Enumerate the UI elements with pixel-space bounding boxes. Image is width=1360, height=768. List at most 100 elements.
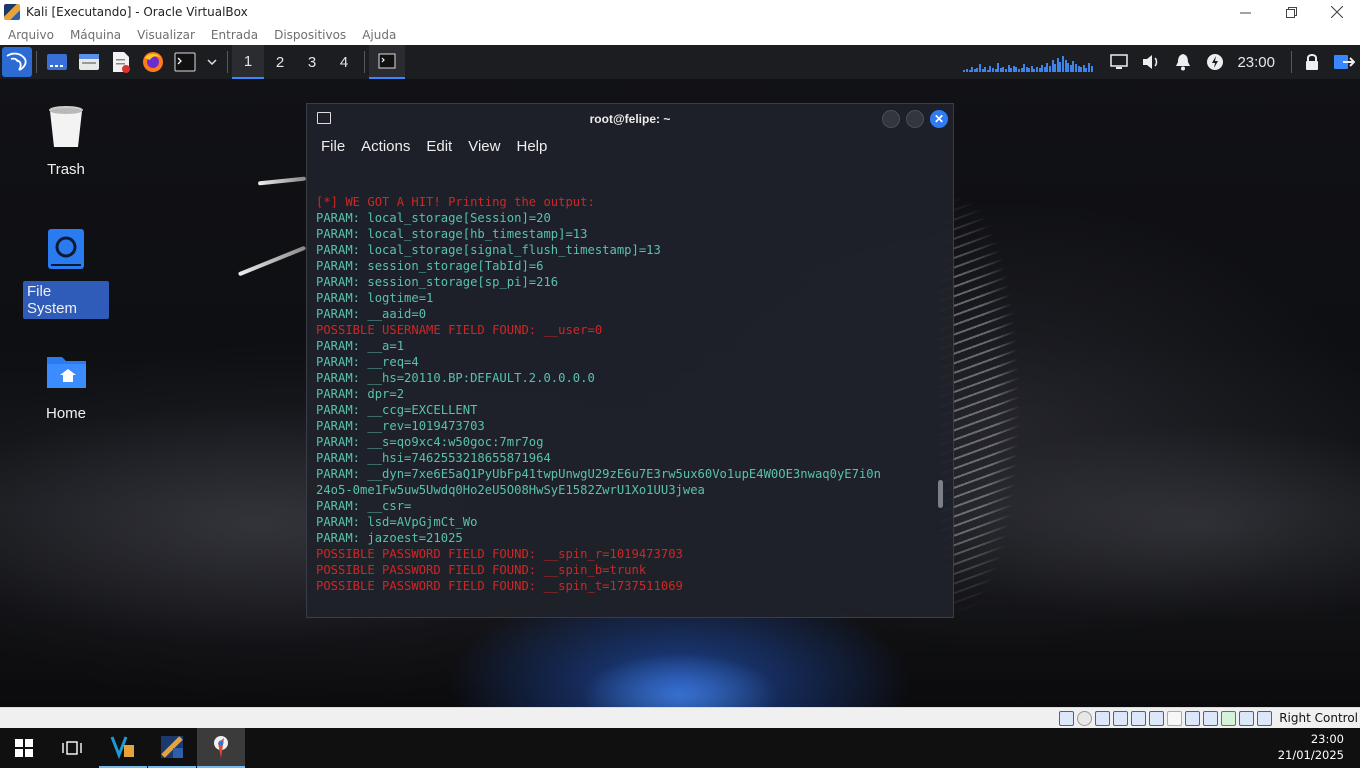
terminal-maximize-button[interactable] — [906, 110, 924, 128]
terminal-line: PARAM: jazoest=21025 — [316, 531, 463, 545]
windows-taskbar: 23:00 21/01/2025 — [0, 728, 1360, 768]
terminal-menu-actions[interactable]: Actions — [361, 138, 410, 155]
windows-clock-date: 21/01/2025 — [1277, 748, 1344, 762]
close-icon: ✕ — [933, 112, 945, 126]
bell-icon — [1176, 54, 1191, 71]
vbox-titlebar: Kali [Executando] - Oracle VirtualBox — [0, 0, 1360, 24]
terminal-icon — [378, 53, 396, 69]
terminal-window[interactable]: root@felipe: ~ ✕ File Actions Edit View … — [306, 103, 954, 618]
terminal-menu-view[interactable]: View — [468, 138, 500, 155]
power-icon — [1207, 54, 1224, 70]
virtualbox-app-icon — [4, 4, 20, 20]
task-view-button[interactable] — [48, 728, 96, 768]
guest-desktop: 1 2 3 4 23:00 Trash File System Home roo… — [0, 45, 1360, 707]
home-folder-icon — [47, 357, 86, 388]
menu-ajuda[interactable]: Ajuda — [362, 28, 396, 42]
taskbar-terminal-window[interactable] — [369, 45, 405, 79]
network-status-icon[interactable] — [1113, 710, 1129, 726]
volume-button[interactable] — [1135, 45, 1167, 79]
usb-status-icon[interactable] — [1131, 710, 1147, 726]
optical-drive-status-icon[interactable] — [1077, 710, 1093, 726]
desktop-icon-trash[interactable]: Trash — [23, 105, 109, 180]
mouse-integration-status-icon[interactable] — [1239, 710, 1255, 726]
display-settings-button[interactable] — [1103, 45, 1135, 79]
close-window-button[interactable] — [1314, 0, 1360, 24]
start-button[interactable] — [0, 728, 48, 768]
cpu-graph-bar — [1090, 66, 1093, 72]
terminal-output[interactable]: [*] WE GOT A HIT! Printing the output: PA… — [316, 194, 940, 594]
terminal-menu-help[interactable]: Help — [516, 138, 547, 155]
launcher-dropdown[interactable] — [201, 45, 223, 79]
shared-folders-status-icon[interactable] — [1149, 710, 1165, 726]
notifications-button[interactable] — [1167, 45, 1199, 79]
file-manager-launcher[interactable] — [73, 45, 105, 79]
wallpaper-blade — [237, 245, 307, 277]
terminal-line: 24o5-0me1Fw5uw5Uwdq0Ho2eU5O08HwSyE1582Zw… — [316, 483, 705, 497]
panel-clock[interactable]: 23:00 — [1237, 54, 1275, 71]
taskbar-app-focused[interactable] — [197, 728, 245, 768]
chevron-down-icon — [207, 59, 217, 65]
workspace-1[interactable]: 1 — [232, 45, 264, 79]
taskbar-app-kali-vm[interactable] — [148, 728, 196, 768]
terminal-line: POSSIBLE PASSWORD FIELD FOUND: __spin_r=… — [316, 547, 683, 561]
logout-button[interactable] — [1328, 45, 1360, 79]
wallpaper-spikes — [940, 195, 1060, 615]
panel-separator — [227, 51, 228, 73]
terminal-minimize-button[interactable] — [882, 110, 900, 128]
terminal-menu-file[interactable]: File — [321, 138, 345, 155]
guest-additions-status-icon[interactable] — [1221, 710, 1237, 726]
show-desktop-button[interactable] — [41, 45, 73, 79]
panel-separator — [1291, 51, 1292, 73]
terminal-line: PARAM: __dyn=7xe6E5aQ1PyUbFp41twpUnwgU29… — [316, 467, 881, 481]
terminal-line: PARAM: __a=1 — [316, 339, 405, 353]
taskbar-app-virtualbox-manager[interactable] — [99, 728, 147, 768]
firefox-launcher[interactable] — [137, 45, 169, 79]
wallpaper-blade — [257, 176, 307, 186]
terminal-menu-edit[interactable]: Edit — [426, 138, 452, 155]
terminal-launcher[interactable] — [169, 45, 201, 79]
workspace-3[interactable]: 3 — [296, 45, 328, 79]
desktop-icon-label: File System — [23, 281, 109, 319]
windows-clock[interactable]: 23:00 21/01/2025 — [1278, 731, 1344, 763]
text-editor-launcher[interactable] — [105, 45, 137, 79]
menu-arquivo[interactable]: Arquivo — [8, 28, 54, 42]
virtualization-status-icon[interactable] — [1203, 710, 1219, 726]
desktop-icon-home[interactable]: Home — [23, 349, 109, 424]
file-manager-icon — [79, 54, 99, 70]
kali-menu-button[interactable] — [2, 47, 32, 77]
terminal-line: PARAM: logtime=1 — [316, 291, 434, 305]
keyboard-capture-status-icon[interactable] — [1257, 710, 1273, 726]
terminal-window-icon — [317, 112, 331, 124]
workspace-4[interactable]: 4 — [328, 45, 360, 79]
terminal-line: PARAM: __s=qo9xc4:w50goc:7mr7og — [316, 435, 544, 449]
terminal-line: PARAM: local_storage[Session]=20 — [316, 211, 551, 225]
workspace-2[interactable]: 2 — [264, 45, 296, 79]
lock-screen-button[interactable] — [1296, 45, 1328, 79]
terminal-close-button[interactable]: ✕ — [930, 110, 948, 128]
kali-vm-icon — [161, 736, 183, 758]
minimize-button[interactable] — [1222, 0, 1268, 24]
minimize-icon — [1239, 12, 1251, 13]
terminal-line: [*] WE GOT A HIT! Printing the output: — [316, 195, 595, 209]
terminal-line: POSSIBLE PASSWORD FIELD FOUND: __spin_b=… — [316, 563, 647, 577]
menu-entrada[interactable]: Entrada — [211, 28, 258, 42]
display-status-icon[interactable] — [1167, 710, 1183, 726]
menu-dispositivos[interactable]: Dispositivos — [274, 28, 346, 42]
vbox-menubar: Arquivo Máquina Visualizar Entrada Dispo… — [0, 24, 1360, 45]
terminal-line: POSSIBLE USERNAME FIELD FOUND: __user=0 — [316, 323, 603, 337]
logout-icon — [1334, 55, 1355, 69]
desktop-icon-file-system[interactable]: File System — [23, 227, 109, 319]
xfce-top-panel: 1 2 3 4 23:00 — [0, 45, 1360, 79]
panel-separator — [36, 51, 37, 73]
menu-visualizar[interactable]: Visualizar — [137, 28, 195, 42]
menu-maquina[interactable]: Máquina — [70, 28, 121, 42]
hard-disk-status-icon[interactable] — [1059, 710, 1075, 726]
task-view-icon — [62, 741, 82, 755]
power-manager-button[interactable] — [1199, 45, 1231, 79]
terminal-titlebar[interactable]: root@felipe: ~ ✕ — [307, 104, 953, 134]
restore-button[interactable] — [1268, 0, 1314, 24]
desktop-icon — [47, 54, 67, 70]
audio-status-icon[interactable] — [1095, 710, 1111, 726]
terminal-scrollbar[interactable] — [938, 480, 943, 508]
video-capture-status-icon[interactable] — [1185, 710, 1201, 726]
